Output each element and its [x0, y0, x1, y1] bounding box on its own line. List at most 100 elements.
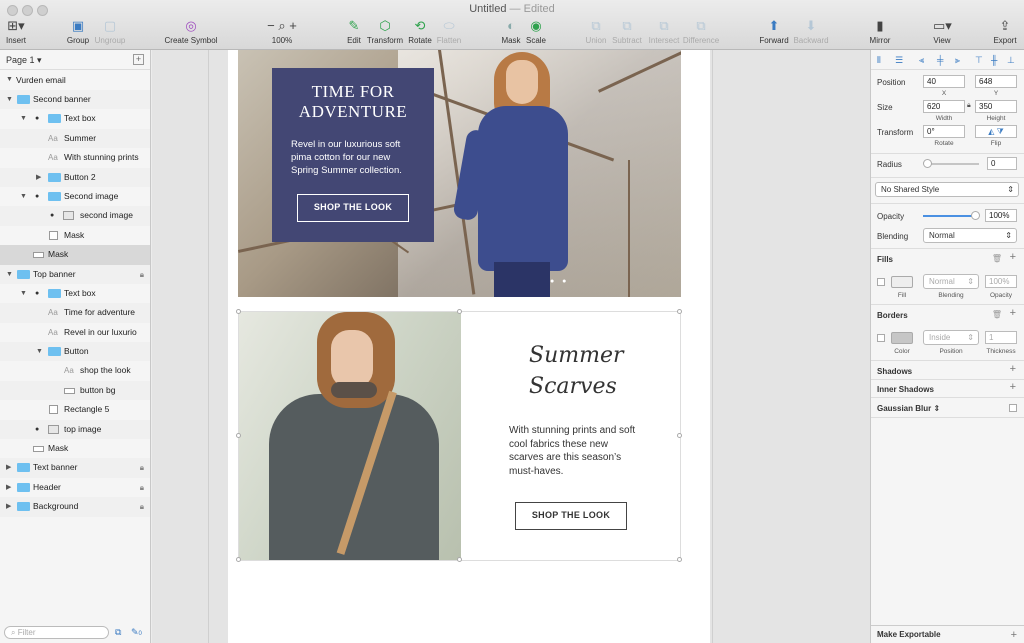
difference-button[interactable]: ⧉ Difference: [673, 18, 729, 45]
flip-horizontal-icon[interactable]: ◭: [988, 127, 994, 136]
export-layers-icon[interactable]: ⧉: [115, 627, 121, 638]
align-bottom-icon[interactable]: ⊥: [1007, 55, 1017, 65]
rotate-field[interactable]: 0°: [923, 125, 965, 138]
insert-button[interactable]: ⊞▾ Insert: [0, 18, 44, 45]
resize-handle[interactable]: [457, 557, 462, 562]
lock-icon[interactable]: 🔒︎: [140, 478, 144, 497]
lock-icon[interactable]: 🔒︎: [140, 458, 144, 477]
layer-row[interactable]: ▶ Header 🔒︎: [0, 478, 150, 497]
add-fill-icon[interactable]: +: [1010, 251, 1016, 263]
layer-row[interactable]: Aa With stunning prints: [0, 148, 150, 167]
add-border-icon[interactable]: +: [1010, 307, 1016, 319]
disclosure-down-icon[interactable]: ▼: [20, 187, 27, 206]
align-right-icon[interactable]: ⫸: [955, 55, 965, 65]
add-inner-shadow-icon[interactable]: +: [1010, 381, 1016, 393]
trash-icon[interactable]: 🗑︎: [992, 254, 1002, 263]
mirror-button[interactable]: ▮ Mirror: [852, 18, 908, 45]
layer-row[interactable]: button bg: [0, 380, 150, 401]
layer-row[interactable]: ▼ Button: [0, 342, 150, 362]
distribute-horizontal-icon[interactable]: ⫴: [877, 55, 887, 65]
disclosure-right-icon[interactable]: ▶: [6, 497, 11, 516]
radius-field[interactable]: 0: [987, 157, 1017, 170]
distribute-vertical-icon[interactable]: ☰: [895, 55, 905, 65]
disclosure-down-icon[interactable]: ▼: [20, 109, 27, 128]
opacity-field[interactable]: 100%: [985, 209, 1017, 222]
export-button[interactable]: ⇪ Export: [977, 18, 1024, 45]
layer-row[interactable]: ▶ Background 🔒︎: [0, 497, 150, 517]
layer-row[interactable]: ● top image: [0, 419, 150, 440]
fill-color-swatch[interactable]: [891, 276, 913, 288]
resize-handle[interactable]: [677, 557, 682, 562]
layer-row[interactable]: Rectangle 5: [0, 400, 150, 419]
x-field[interactable]: 40: [923, 75, 965, 88]
layer-row[interactable]: ▶ Text banner 🔒︎: [0, 458, 150, 478]
flatten-button[interactable]: ⬭ Flatten: [421, 18, 477, 45]
resize-handle[interactable]: [236, 433, 241, 438]
layer-row[interactable]: ▶ Button 2: [0, 167, 150, 187]
fill-checkbox[interactable]: [877, 278, 885, 286]
view-button[interactable]: ▭▾ View: [914, 18, 970, 45]
ungroup-button[interactable]: ▢ Ungroup: [82, 18, 138, 45]
disclosure-down-icon[interactable]: ▼: [6, 90, 13, 109]
resize-handle[interactable]: [236, 557, 241, 562]
layer-row[interactable]: Aa shop the look: [0, 361, 150, 380]
layer-row[interactable]: ● second image: [0, 206, 150, 226]
edit-slices-icon[interactable]: ✎0: [131, 627, 142, 638]
scale-button[interactable]: ◉ Scale: [508, 18, 564, 45]
border-position-dropdown[interactable]: Inside ⇕: [923, 330, 979, 345]
lock-icon[interactable]: 🔒︎: [140, 265, 144, 284]
layer-row[interactable]: Aa Summer: [0, 128, 150, 149]
layer-row[interactable]: ▼ ● Text box: [0, 284, 150, 303]
add-page-icon[interactable]: +: [133, 54, 144, 65]
artboard-row[interactable]: ▼ Vurden email: [0, 70, 150, 90]
shared-style-dropdown[interactable]: No Shared Style ⇕: [875, 182, 1019, 197]
top-text-box[interactable]: TIME FOR ADVENTURE Revel in our luxuriou…: [272, 68, 434, 242]
trash-icon[interactable]: 🗑︎: [992, 310, 1002, 319]
width-field[interactable]: 620: [923, 100, 965, 113]
disclosure-right-icon[interactable]: ▶: [6, 478, 11, 497]
add-export-icon[interactable]: +: [1011, 626, 1017, 643]
backward-button[interactable]: ⬇ Backward: [783, 18, 839, 45]
disclosure-right-icon[interactable]: ▶: [6, 458, 11, 477]
top-banner[interactable]: ● ● TIME FOR ADVENTURE Revel in our luxu…: [238, 50, 681, 297]
zoom-control[interactable]: − ⌕ + 100%: [254, 18, 310, 45]
add-shadow-icon[interactable]: +: [1010, 363, 1016, 375]
artboard[interactable]: ● ● TIME FOR ADVENTURE Revel in our luxu…: [228, 50, 710, 643]
disclosure-right-icon[interactable]: ▶: [36, 168, 41, 187]
disclosure-down-icon[interactable]: ▼: [36, 342, 43, 361]
layer-row[interactable]: Aa Time for adventure: [0, 303, 150, 323]
filter-input[interactable]: ⌕ Filter: [4, 626, 109, 639]
resize-handle[interactable]: [677, 433, 682, 438]
y-field[interactable]: 648: [975, 75, 1017, 88]
flip-vertical-icon[interactable]: ⧩: [997, 127, 1004, 136]
border-thickness-field[interactable]: 1: [985, 331, 1017, 344]
border-checkbox[interactable]: [877, 334, 885, 342]
gaussian-blur-checkbox[interactable]: [1009, 404, 1017, 412]
align-center-icon[interactable]: ╪: [937, 55, 947, 65]
layer-row[interactable]: Aa Revel in our luxurio: [0, 323, 150, 342]
page-selector[interactable]: Page 1 ▾ +: [0, 50, 150, 70]
align-left-icon[interactable]: ⫷: [919, 55, 929, 65]
layer-row-selected[interactable]: Mask: [0, 245, 150, 265]
radius-slider-knob[interactable]: [923, 159, 932, 168]
gaussian-blur-dropdown[interactable]: Gaussian Blur ⇕: [877, 404, 940, 413]
resize-handle[interactable]: [457, 309, 462, 314]
resize-handle[interactable]: [677, 309, 682, 314]
blending-dropdown[interactable]: Normal ⇕: [923, 228, 1017, 243]
resize-handle[interactable]: [236, 309, 241, 314]
height-field[interactable]: 350: [975, 100, 1017, 113]
canvas[interactable]: ● ● TIME FOR ADVENTURE Revel in our luxu…: [152, 50, 870, 643]
lock-icon[interactable]: 🔒︎: [140, 497, 144, 516]
shop-the-look-button-2[interactable]: SHOP THE LOOK: [515, 502, 627, 530]
layer-row[interactable]: ▼ ● Second image: [0, 187, 150, 206]
lock-ratio-icon[interactable]: 🔒︎: [967, 102, 971, 110]
disclosure-down-icon[interactable]: ▼: [6, 265, 13, 284]
layer-row[interactable]: ▼ Second banner: [0, 90, 150, 110]
disclosure-down-icon[interactable]: ▼: [6, 70, 13, 90]
create-symbol-button[interactable]: ◎ Create Symbol: [163, 18, 219, 45]
make-exportable-button[interactable]: Make Exportable +: [871, 625, 1024, 643]
flip-buttons[interactable]: ◭ ⧩: [975, 125, 1017, 138]
align-top-icon[interactable]: ⊤: [975, 55, 985, 65]
layer-row[interactable]: ▼ Top banner 🔒︎: [0, 264, 150, 284]
fill-opacity-field[interactable]: 100%: [985, 275, 1017, 288]
